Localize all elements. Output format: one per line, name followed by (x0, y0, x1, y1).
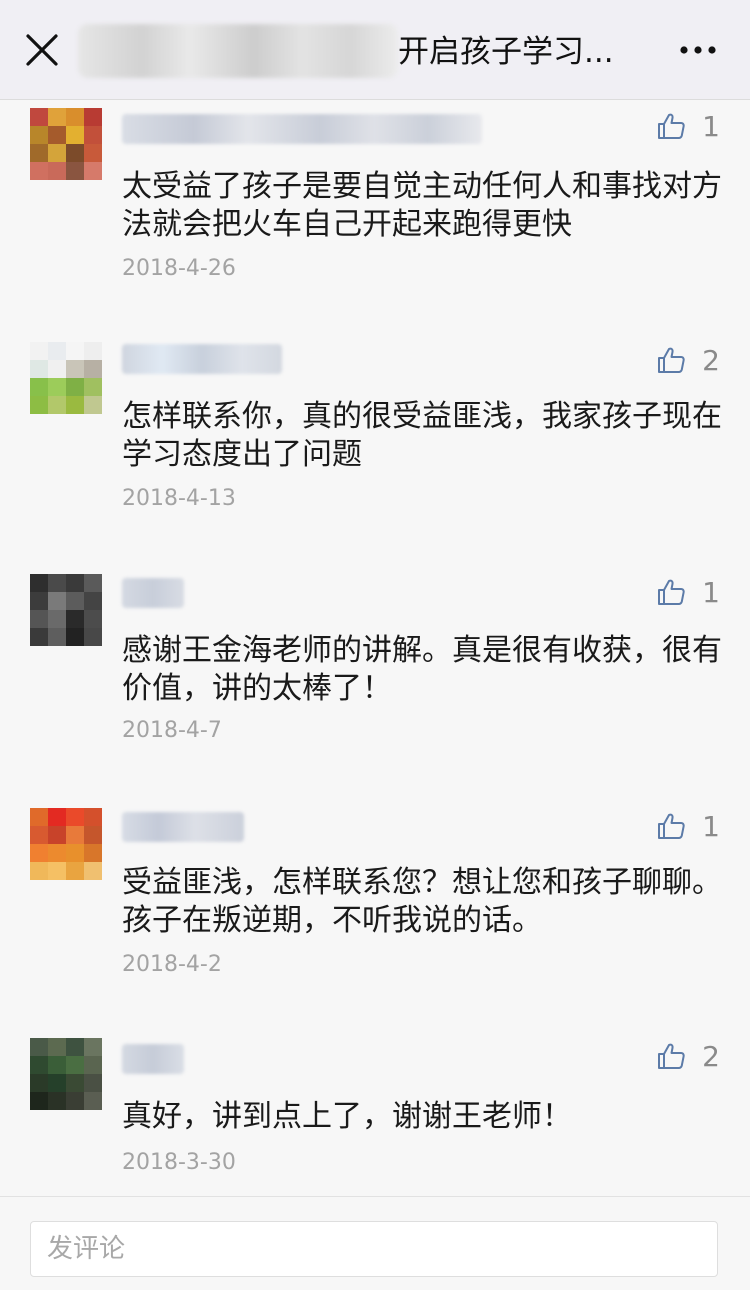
more-icon (680, 46, 716, 54)
thumbs-up-icon (658, 1043, 685, 1069)
blurred-username (122, 114, 482, 144)
comment-text: 感谢王金海老师的讲解。真是很有收获，很有价值，讲的太棒了！ (122, 633, 722, 706)
comment-text: 受益匪浅，怎样联系您？想让您和孩子聊聊。孩子在叛逆期，不听我说的话。 (122, 865, 722, 938)
like-count: 1 (702, 109, 720, 143)
like-button[interactable]: 2 (656, 1036, 720, 1076)
avatar (30, 108, 102, 180)
comment-date: 2018-3-30 (122, 1150, 236, 1175)
like-count: 2 (702, 1039, 720, 1073)
comment-text: 太受益了孩子是要自觉主动任何人和事找对方法就会把火车自己开起来跑得更快 (122, 169, 722, 242)
comment-date: 2018-4-26 (122, 256, 236, 281)
avatar (30, 574, 102, 646)
like-count: 2 (702, 343, 720, 377)
blurred-username (122, 1044, 184, 1074)
comment-text: 怎样联系你，真的很受益匪浅，我家孩子现在学习态度出了问题 (122, 399, 722, 472)
comment-input-bar: 发评论 (0, 1196, 750, 1290)
comment-text: 真好，讲到点上了，谢谢王老师！ (122, 1099, 572, 1134)
more-options-button[interactable] (676, 28, 720, 72)
like-count: 1 (702, 575, 720, 609)
thumbs-up-icon (658, 813, 685, 839)
avatar (30, 808, 102, 880)
thumbs-up-icon (658, 113, 685, 139)
thumbs-up-icon (658, 347, 685, 373)
comment-input[interactable]: 发评论 (30, 1221, 718, 1277)
comment-date: 2018-4-7 (122, 718, 222, 743)
like-button[interactable]: 1 (656, 572, 720, 612)
blurred-username (122, 344, 282, 374)
close-button[interactable] (20, 28, 64, 72)
like-button[interactable]: 1 (656, 106, 720, 146)
blurred-account-name (78, 24, 398, 78)
blurred-username (122, 578, 184, 608)
blurred-username (122, 812, 244, 842)
comment-date: 2018-4-2 (122, 952, 222, 977)
comment-date: 2018-4-13 (122, 486, 236, 511)
like-button[interactable]: 2 (656, 340, 720, 380)
thumbs-up-icon (658, 579, 685, 605)
avatar (30, 342, 102, 414)
avatar (30, 1038, 102, 1110)
page-title: 开启孩子学习... (398, 34, 614, 70)
like-button[interactable]: 1 (656, 806, 720, 846)
close-icon (26, 34, 58, 66)
top-navigation-bar: 开启孩子学习... (0, 0, 750, 100)
like-count: 1 (702, 809, 720, 843)
